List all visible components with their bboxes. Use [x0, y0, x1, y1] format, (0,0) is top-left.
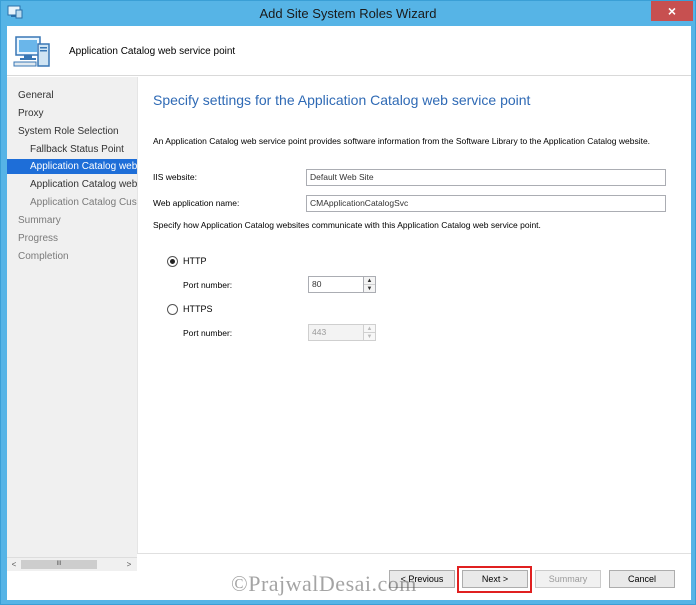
- nav-item-summary[interactable]: Summary: [18, 213, 136, 228]
- title-bar[interactable]: Add Site System Roles Wizard ×: [1, 1, 695, 25]
- cancel-button[interactable]: Cancel: [609, 570, 675, 588]
- http-radio[interactable]: [167, 256, 178, 267]
- http-port-stepper[interactable]: ▲ ▼: [364, 276, 376, 293]
- spin-down-icon[interactable]: ▼: [364, 333, 375, 341]
- https-radio[interactable]: [167, 304, 178, 315]
- watermark-text: ©PrajwalDesai.com: [231, 571, 417, 596]
- nav-item-app-catalog-customizations[interactable]: Application Catalog Cust: [30, 195, 137, 210]
- nav-item-system-role-selection[interactable]: System Role Selection: [18, 124, 136, 139]
- nav-item-general[interactable]: General: [18, 88, 136, 103]
- radio-selected-dot: [170, 259, 175, 264]
- spin-down-icon[interactable]: ▼: [364, 285, 375, 293]
- https-port-input[interactable]: 443: [308, 324, 364, 341]
- web-app-name-input[interactable]: CMApplicationCatalogSvc: [306, 195, 666, 212]
- wizard-nav: General Proxy System Role Selection Fall…: [7, 77, 137, 557]
- scroll-right-arrow-icon[interactable]: >: [123, 559, 135, 570]
- spin-up-icon[interactable]: ▲: [364, 325, 375, 333]
- iis-website-input[interactable]: Default Web Site: [306, 169, 666, 186]
- scroll-left-arrow-icon[interactable]: <: [8, 559, 20, 570]
- nav-item-completion[interactable]: Completion: [18, 249, 136, 264]
- http-label[interactable]: HTTP: [183, 256, 207, 266]
- http-port-input[interactable]: 80: [308, 276, 364, 293]
- nav-item-app-catalog-web-service[interactable]: Application Catalog web: [7, 159, 137, 174]
- https-label[interactable]: HTTPS: [183, 304, 213, 314]
- wizard-client-area: Application Catalog web service point Ge…: [7, 26, 691, 600]
- http-port-label: Port number:: [183, 280, 233, 290]
- iis-website-label: IIS website:: [153, 172, 197, 182]
- https-port-label: Port number:: [183, 328, 233, 338]
- nav-item-fallback-status-point[interactable]: Fallback Status Point: [30, 142, 136, 157]
- wizard-window: Add Site System Roles Wizard × Applicati…: [0, 0, 696, 605]
- close-button[interactable]: ×: [651, 1, 693, 21]
- spin-up-icon[interactable]: ▲: [364, 277, 375, 285]
- wizard-header: Application Catalog web service point: [7, 26, 691, 76]
- scroll-thumb[interactable]: III: [21, 560, 97, 569]
- nav-item-proxy[interactable]: Proxy: [18, 106, 136, 121]
- computer-icon: [13, 36, 50, 67]
- https-port-stepper[interactable]: ▲ ▼: [364, 324, 376, 341]
- nav-horizontal-scrollbar[interactable]: < III >: [7, 557, 137, 571]
- nav-item-app-catalog-website[interactable]: Application Catalog webs: [30, 177, 137, 192]
- page-description: An Application Catalog web service point…: [153, 136, 651, 146]
- communication-description: Specify how Application Catalog websites…: [153, 220, 541, 230]
- next-button[interactable]: Next >: [462, 570, 528, 588]
- summary-button[interactable]: Summary: [535, 570, 601, 588]
- nav-item-progress[interactable]: Progress: [18, 231, 136, 246]
- wizard-main-panel: Specify settings for the Application Cat…: [137, 77, 691, 553]
- page-title: Specify settings for the Application Cat…: [153, 92, 531, 108]
- header-title: Application Catalog web service point: [69, 46, 236, 57]
- window-title: Add Site System Roles Wizard: [259, 6, 437, 21]
- web-app-name-label: Web application name:: [153, 198, 240, 208]
